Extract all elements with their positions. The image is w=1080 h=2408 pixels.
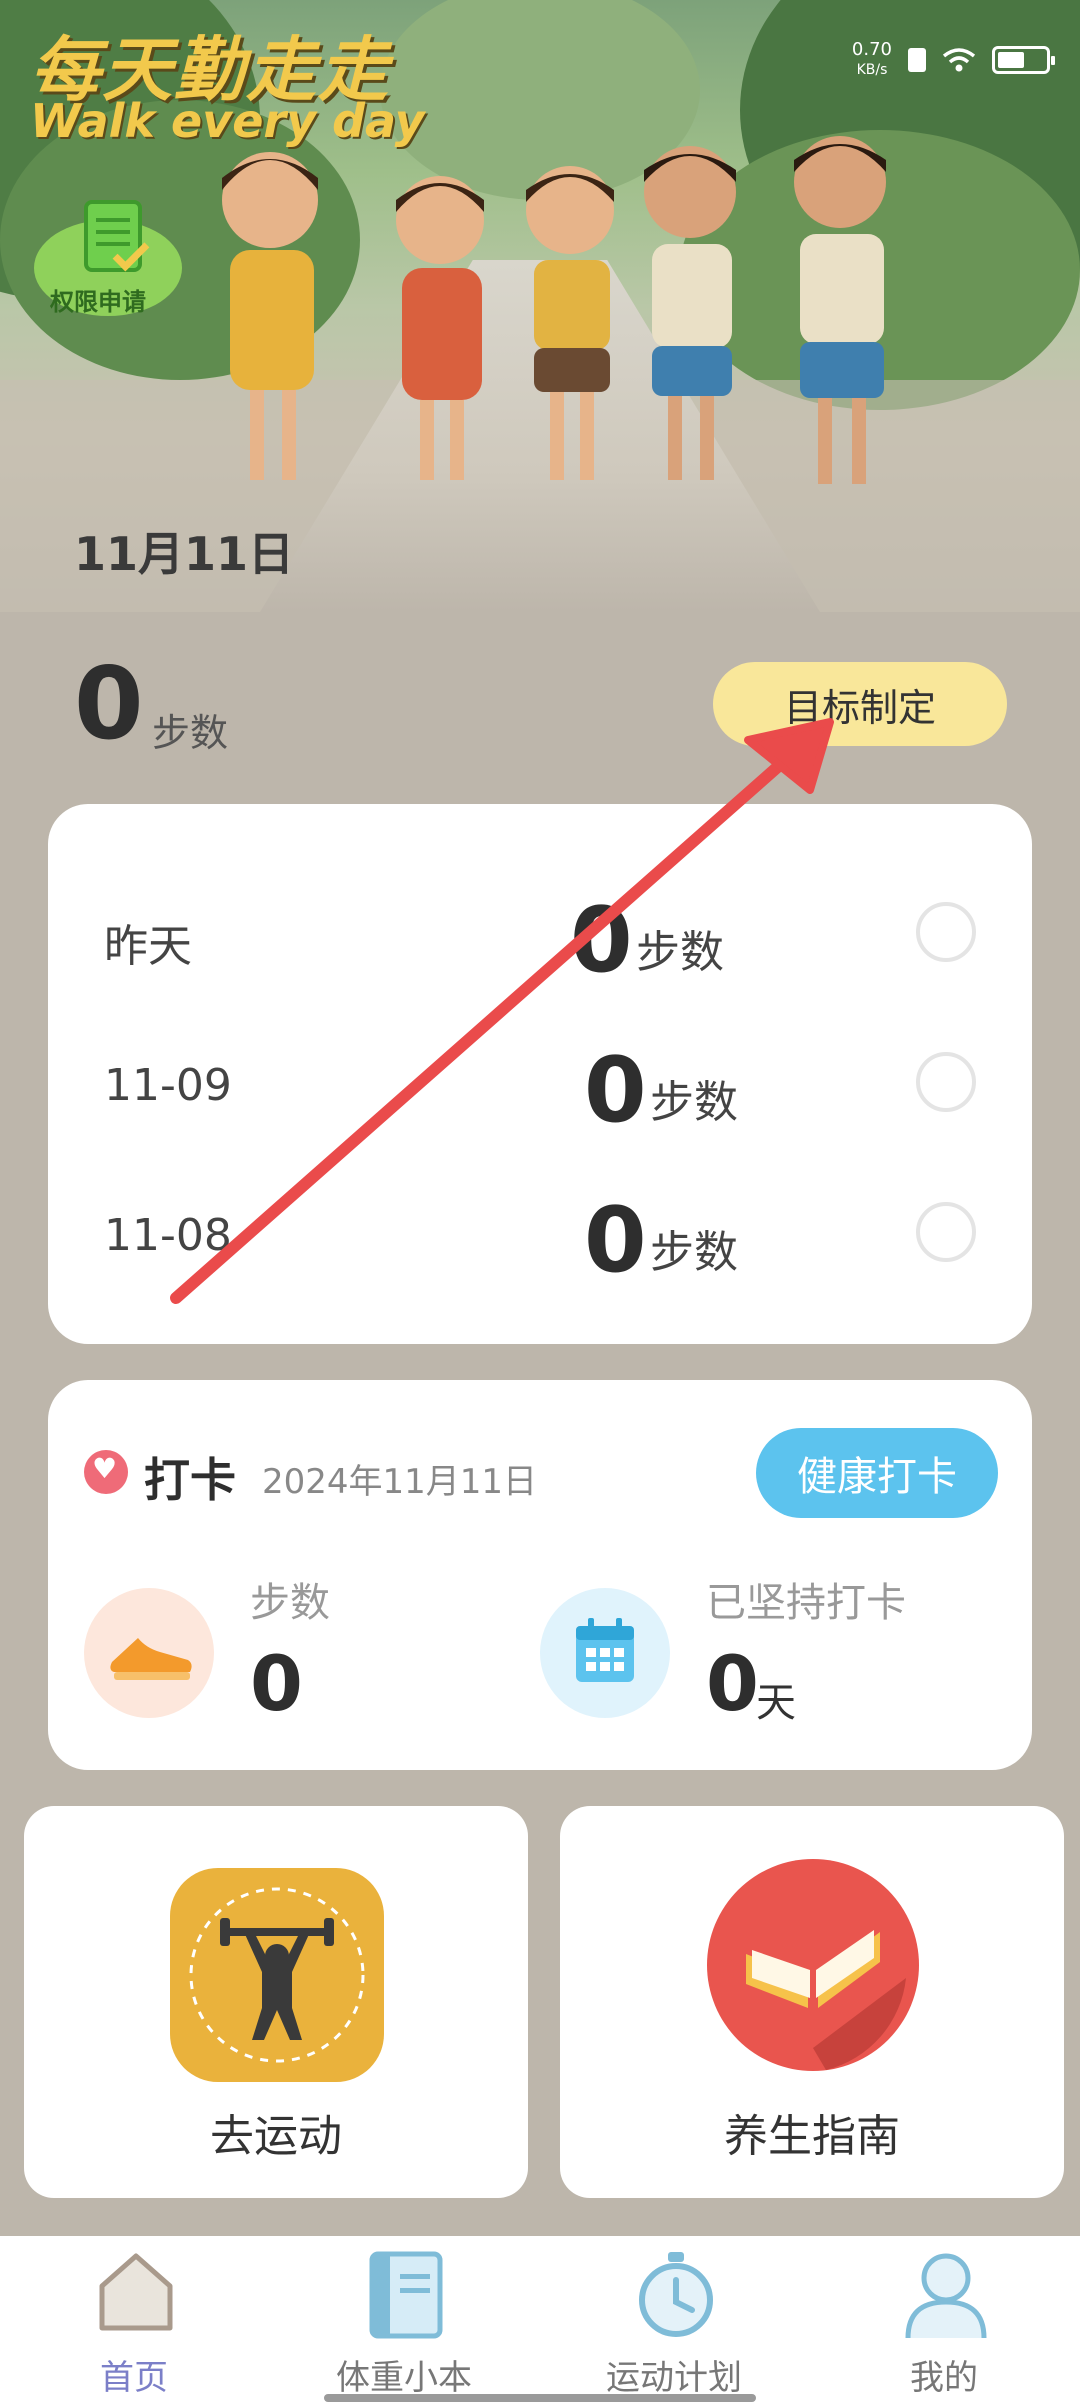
history-steps-value: 0	[570, 888, 633, 993]
nav-home[interactable]: 首页	[34, 2250, 234, 2400]
current-date: 11月11日	[74, 527, 295, 581]
network-speed: 0.70 KB/s	[851, 39, 892, 79]
history-day: 11-08	[104, 1210, 232, 1261]
streak-unit: 天	[756, 1680, 796, 1726]
heart-icon	[84, 1450, 128, 1494]
history-steps-unit: 步数	[650, 1077, 738, 1128]
go-exercise-tile[interactable]: 去运动	[24, 1806, 528, 2198]
user-icon	[905, 2253, 987, 2339]
today-steps-value: 0	[74, 645, 144, 762]
checkin-date: 2024年11月11日	[262, 1462, 538, 1502]
history-steps-value: 0	[584, 1188, 647, 1293]
sim-icon	[908, 48, 926, 72]
nav-weight-book[interactable]: 体重小本	[304, 2250, 504, 2400]
nav-mine[interactable]: 我的	[844, 2250, 1044, 2400]
history-steps-unit: 步数	[650, 1227, 738, 1278]
weightlifting-icon	[170, 1868, 384, 2082]
health-checkin-button[interactable]: 健康打卡	[756, 1428, 998, 1518]
history-steps-value: 0	[584, 1038, 647, 1143]
health-guide-tile[interactable]: 养生指南	[560, 1806, 1064, 2198]
today-steps-unit: 步数	[152, 711, 229, 755]
nav-plan-label: 运动计划	[606, 2358, 742, 2398]
streak-value: 0	[706, 1639, 759, 1728]
streak-label: 已坚持打卡	[706, 1580, 906, 1626]
history-row: 昨天 0 步数	[48, 896, 1032, 986]
app-title-en: Walk every day	[30, 94, 425, 148]
history-steps-unit: 步数	[636, 927, 724, 978]
notebook-icon	[369, 2251, 443, 2339]
nav-exercise-plan[interactable]: 运动计划	[574, 2250, 774, 2400]
go-exercise-label: 去运动	[210, 2111, 342, 2162]
wifi-icon	[942, 48, 976, 72]
health-guide-label: 养生指南	[724, 2111, 900, 2162]
battery-icon	[992, 46, 1055, 74]
home-icon	[99, 2253, 173, 2331]
open-book-icon	[707, 1859, 919, 2071]
checkin-steps-value: 0	[250, 1639, 303, 1728]
history-row: 11-08 0 步数	[48, 1196, 1032, 1286]
history-day: 11-09	[104, 1060, 232, 1111]
permission-request-button[interactable]: 权限申请	[34, 200, 184, 320]
nav-mine-label: 我的	[910, 2358, 978, 2398]
history-status-circle	[916, 1052, 976, 1112]
history-day: 昨天	[104, 921, 192, 972]
checkin-card: 打卡 2024年11月11日 健康打卡 步数 0 已坚持打卡 0 天	[48, 1380, 1032, 1770]
stopwatch-icon	[639, 2252, 713, 2337]
step-history-card: 昨天 0 步数 11-09 0 步数 11-08 0 步数	[48, 804, 1032, 1344]
checkin-steps-label: 步数	[250, 1580, 330, 1626]
gesture-home-bar[interactable]	[324, 2394, 756, 2402]
header-banner: 每天勤走走 Walk every day 0.70 KB/s 权限申请 11月1…	[0, 0, 1080, 612]
children-illustration	[222, 136, 886, 484]
history-status-circle	[916, 902, 976, 962]
calendar-icon	[540, 1588, 670, 1718]
shoe-icon	[84, 1588, 214, 1718]
permission-label: 权限申请	[50, 288, 146, 316]
status-bar: 0.70 KB/s	[851, 39, 1055, 80]
bottom-navigation: 首页 体重小本 运动计划 我的	[0, 2236, 1080, 2408]
nav-weight-label: 体重小本	[336, 2358, 472, 2398]
history-row: 11-09 0 步数	[48, 1046, 1032, 1136]
nav-home-label: 首页	[100, 2358, 168, 2398]
checkin-title: 打卡	[144, 1453, 236, 1507]
set-goal-button[interactable]: 目标制定	[713, 662, 1007, 746]
history-status-circle	[916, 1202, 976, 1262]
